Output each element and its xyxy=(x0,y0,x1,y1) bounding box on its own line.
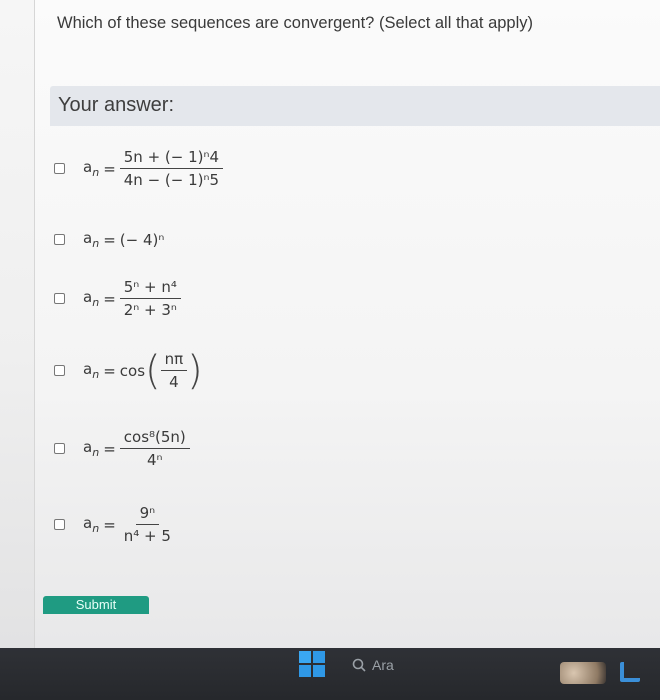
option-1-denominator: 4n − (− 1)ⁿ5 xyxy=(123,171,220,189)
option-5-checkbox[interactable] xyxy=(54,443,65,454)
taskbar-search[interactable]: Ara xyxy=(352,651,522,679)
search-icon xyxy=(352,658,366,672)
option-6-denominator: n⁴ + 5 xyxy=(123,527,171,545)
option-1-fraction: 5n + (− 1)ⁿ4 4n − (− 1)ⁿ5 xyxy=(119,148,224,189)
option-2-checkbox[interactable] xyxy=(54,234,65,245)
option-4-checkbox[interactable] xyxy=(54,365,65,376)
answer-header: Your answer: xyxy=(50,86,660,126)
option-4-left-paren: ( xyxy=(145,347,161,394)
option-2-variable: an xyxy=(83,229,100,250)
option-4-variable: an xyxy=(83,360,100,381)
option-4[interactable]: an = cos ( nπ 4 ) xyxy=(54,350,203,391)
submit-button[interactable]: Submit xyxy=(43,596,149,614)
option-1-checkbox[interactable] xyxy=(54,163,65,174)
option-3-denominator: 2ⁿ + 3ⁿ xyxy=(123,301,177,319)
option-4-numerator: nπ xyxy=(160,350,188,371)
option-4-fraction: nπ 4 xyxy=(160,350,188,391)
question-text: Which of these sequences are convergent?… xyxy=(57,14,534,32)
option-5-fraction: cos⁸(5n) 4ⁿ xyxy=(119,428,190,469)
option-3-variable: an xyxy=(83,288,100,309)
windows-start-icon[interactable] xyxy=(299,651,325,677)
option-4-right-paren: ) xyxy=(187,347,203,394)
option-6[interactable]: an = 9ⁿ n⁴ + 5 xyxy=(54,504,175,545)
option-2[interactable]: an = (− 4)ⁿ xyxy=(54,229,164,250)
option-4-denominator: 4 xyxy=(169,373,179,391)
option-6-fraction: 9ⁿ n⁴ + 5 xyxy=(120,504,175,545)
option-2-expression: (− 4)ⁿ xyxy=(119,230,165,249)
option-3-numerator: 5ⁿ + n⁴ xyxy=(119,278,181,299)
option-3-fraction: 5ⁿ + n⁴ 2ⁿ + 3ⁿ xyxy=(119,278,181,319)
option-5-numerator: cos⁸(5n) xyxy=(119,428,190,449)
option-1[interactable]: an = 5n + (− 1)ⁿ4 4n − (− 1)ⁿ5 xyxy=(54,148,224,189)
option-3[interactable]: an = 5ⁿ + n⁴ 2ⁿ + 3ⁿ xyxy=(54,278,181,319)
option-1-variable: an xyxy=(83,158,100,179)
answer-label: Your answer: xyxy=(58,94,174,116)
option-6-variable: an xyxy=(83,514,100,535)
option-1-numerator: 5n + (− 1)ⁿ4 xyxy=(119,148,224,169)
taskbar-app-icon[interactable] xyxy=(560,662,606,684)
option-3-checkbox[interactable] xyxy=(54,293,65,304)
option-6-checkbox[interactable] xyxy=(54,519,65,530)
option-5[interactable]: an = cos⁸(5n) 4ⁿ xyxy=(54,428,190,469)
option-4-function: cos xyxy=(119,361,146,380)
taskbar-tray-icon[interactable] xyxy=(620,662,640,682)
option-5-variable: an xyxy=(83,438,100,459)
option-5-denominator: 4ⁿ xyxy=(147,451,163,469)
search-placeholder: Ara xyxy=(372,657,394,673)
option-6-numerator: 9ⁿ xyxy=(135,504,160,525)
